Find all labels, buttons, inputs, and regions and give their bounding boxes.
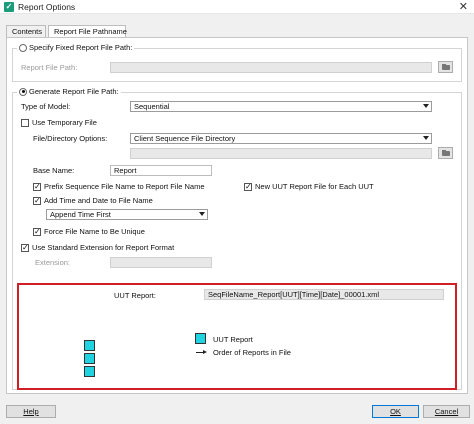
add-time-checkbox[interactable] xyxy=(33,196,41,205)
use-temp-file-row[interactable]: Use Temporary File xyxy=(21,118,97,127)
force-unique-row[interactable]: Force File Name to Be Unique xyxy=(33,227,145,236)
new-uut-row[interactable]: New UUT Report File for Each UUT xyxy=(244,182,374,191)
uut-report-square xyxy=(84,353,95,364)
uut-report-label: UUT Report: xyxy=(114,291,156,300)
ok-button[interactable]: OK xyxy=(372,405,419,418)
fixed-path-radio[interactable]: Specify Fixed Report File Path: xyxy=(17,43,135,52)
time-option-value: Append Time First xyxy=(50,210,111,219)
std-ext-row[interactable]: Use Standard Extension for Report Format xyxy=(21,243,174,252)
generate-path-radio-label: Generate Report File Path: xyxy=(29,87,119,96)
add-time-row[interactable]: Add Time and Date to File Name xyxy=(33,196,153,205)
tab-contents[interactable]: Contents xyxy=(6,25,46,37)
extension-label: Extension: xyxy=(35,258,71,267)
chevron-down-icon xyxy=(423,104,429,108)
std-ext-label: Use Standard Extension for Report Format xyxy=(32,243,175,252)
prefix-label: Prefix Sequence File Name to Report File… xyxy=(44,182,205,191)
report-file-path-field[interactable] xyxy=(110,62,432,73)
uut-report-square xyxy=(84,340,95,351)
report-preview: UUT Report: SeqFileName_Report[UUT][Time… xyxy=(17,283,457,390)
extension-field[interactable] xyxy=(110,257,212,268)
legend-order-label: Order of Reports in File xyxy=(213,348,291,357)
tab-panel: Specify Fixed Report File Path: Report F… xyxy=(6,37,468,394)
new-uut-label: New UUT Report File for Each UUT xyxy=(255,182,374,191)
fixed-path-radio-label: Specify Fixed Report File Path: xyxy=(29,43,133,52)
base-name-label: Base Name: xyxy=(33,166,75,175)
close-icon[interactable]: ✕ xyxy=(459,0,468,13)
new-uut-checkbox[interactable] xyxy=(244,182,252,191)
title-bar: ✓ Report Options ✕ xyxy=(0,0,474,14)
generate-path-radio[interactable]: Generate Report File Path: xyxy=(17,87,121,96)
type-of-model-select[interactable]: Sequential xyxy=(130,101,432,112)
fixed-path-group: Specify Fixed Report File Path: Report F… xyxy=(12,43,462,82)
arrow-right-icon xyxy=(196,350,207,354)
report-file-path-label: Report File Path: xyxy=(21,63,78,72)
prefix-checkbox[interactable] xyxy=(33,182,41,191)
folder-icon xyxy=(442,150,450,156)
chevron-down-icon xyxy=(199,212,205,216)
file-dir-options-value: Client Sequence File Directory xyxy=(134,134,236,143)
force-unique-label: Force File Name to Be Unique xyxy=(44,227,145,236)
force-unique-checkbox[interactable] xyxy=(33,227,41,236)
file-dir-options-label: File/Directory Options: xyxy=(33,134,108,143)
help-button-label: Help xyxy=(23,407,39,416)
legend-uut-report-label: UUT Report xyxy=(213,335,253,344)
tab-report-file-pathname[interactable]: Report File Pathname xyxy=(48,25,127,37)
time-option-select[interactable]: Append Time First xyxy=(46,209,208,220)
check-icon: ✓ xyxy=(4,2,14,12)
add-time-label: Add Time and Date to File Name xyxy=(44,196,153,205)
folder-icon xyxy=(442,64,450,70)
report-file-browse-button[interactable] xyxy=(438,61,453,73)
file-dir-options-select[interactable]: Client Sequence File Directory xyxy=(130,133,432,144)
type-of-model-value: Sequential xyxy=(134,102,170,111)
uut-report-filename: SeqFileName_Report[UUT][Time][Date]_0000… xyxy=(204,289,444,300)
std-ext-checkbox[interactable] xyxy=(21,243,29,252)
cancel-button[interactable]: Cancel xyxy=(423,405,470,418)
directory-browse-button[interactable] xyxy=(438,147,453,159)
legend-uut-report-square xyxy=(195,333,206,344)
chevron-down-icon xyxy=(423,136,429,140)
directory-field[interactable] xyxy=(130,148,432,159)
uut-report-square xyxy=(84,366,95,377)
help-button[interactable]: Help xyxy=(6,405,56,418)
use-temp-file-checkbox[interactable] xyxy=(21,118,29,127)
use-temp-file-label: Use Temporary File xyxy=(32,118,97,127)
fixed-path-radio-button[interactable] xyxy=(19,43,27,52)
ok-button-label: OK xyxy=(390,407,401,416)
generate-path-radio-button[interactable] xyxy=(19,87,27,96)
window-title: Report Options xyxy=(18,2,76,12)
type-of-model-label: Type of Model: xyxy=(21,102,71,111)
cancel-button-label: Cancel xyxy=(434,407,459,416)
prefix-row[interactable]: Prefix Sequence File Name to Report File… xyxy=(33,182,205,191)
base-name-field[interactable]: Report xyxy=(110,165,212,176)
